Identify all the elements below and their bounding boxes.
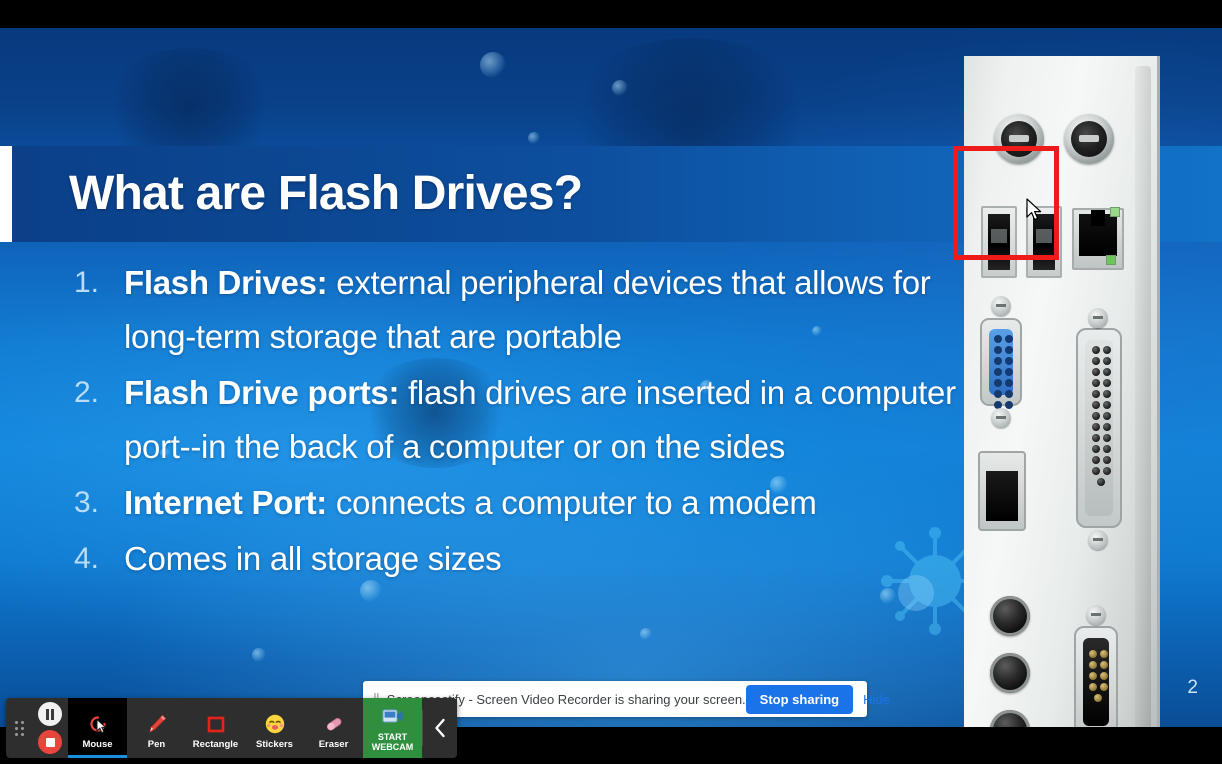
bokeh-particle <box>880 588 896 604</box>
presentation-slide: What are Flash Drives? 1. Flash Drives: … <box>0 28 1222 727</box>
list-item-number: 3. <box>74 486 100 519</box>
bokeh-particle <box>480 52 506 78</box>
screen-capture-stage: What are Flash Drives? 1. Flash Drives: … <box>0 0 1222 764</box>
pause-icon <box>45 708 55 720</box>
list-item: 2. Flash Drive ports: flash drives are i… <box>62 366 962 474</box>
tool-label: Rectangle <box>192 738 239 750</box>
webcam-icon <box>382 707 404 730</box>
ps2-mouse-port <box>1064 114 1114 164</box>
chevron-left-icon <box>435 718 445 738</box>
list-item-text: Flash Drives: external peripheral device… <box>124 256 962 364</box>
red-rectangle-annotation <box>953 146 1059 260</box>
parallel-screw-top <box>1088 308 1108 328</box>
serial-pins <box>1086 650 1110 702</box>
serial-port <box>1074 626 1118 727</box>
audio-jack-line-out <box>990 596 1030 636</box>
recording-controls <box>32 698 68 758</box>
tool-label: Pen <box>147 738 166 750</box>
firewire-port <box>978 451 1026 531</box>
list-item-number: 1. <box>74 266 100 299</box>
list-item-text: Internet Port: connects a computer to a … <box>124 476 962 530</box>
start-webcam-button[interactable]: START WEBCAM <box>363 698 422 758</box>
tool-stickers[interactable]: Stickers <box>245 698 304 758</box>
list-item: 1. Flash Drives: external peripheral dev… <box>62 256 962 364</box>
tool-label: Eraser <box>318 738 349 750</box>
tool-mouse[interactable]: Mouse <box>68 698 127 758</box>
stop-sharing-button[interactable]: Stop sharing <box>745 684 854 714</box>
ethernet-port <box>1072 207 1124 270</box>
stop-recording-button[interactable] <box>38 730 62 754</box>
title-accent-bar <box>0 146 12 242</box>
drag-dots <box>14 720 24 736</box>
screencastify-toolbar: Mouse Pen Rectangle Stickers Eraser STAR… <box>6 698 457 758</box>
parallel-pins <box>1088 346 1114 486</box>
tool-label: Stickers <box>256 738 293 750</box>
list-item-text: Comes in all storage sizes <box>124 532 962 586</box>
bokeh-particle <box>612 80 628 96</box>
audio-jack-line-in <box>990 653 1030 693</box>
slide-number: 2 <box>1187 677 1198 698</box>
tool-rectangle[interactable]: Rectangle <box>186 698 245 758</box>
bokeh-particle <box>528 132 540 144</box>
list-item-number: 2. <box>74 376 100 409</box>
webcam-label-line1: START <box>377 732 408 743</box>
tool-label: Mouse <box>82 738 113 750</box>
list-item-term: Flash Drives: <box>124 264 328 301</box>
list-item: 4. Comes in all storage sizes <box>62 532 962 586</box>
list-item: 3. Internet Port: connects a computer to… <box>62 476 962 530</box>
serial-screw-top <box>1086 605 1106 625</box>
list-item-text: Flash Drive ports: flash drives are inse… <box>124 366 962 474</box>
list-item-body: connects a computer to a modem <box>326 484 817 521</box>
sticker-emoji-icon <box>263 711 287 737</box>
bokeh-particle <box>252 648 266 662</box>
ethernet-led-2 <box>1106 255 1116 265</box>
slide-bullet-list: 1. Flash Drives: external peripheral dev… <box>62 256 962 588</box>
collapse-toolbar-button[interactable] <box>423 698 457 758</box>
vga-screw-top <box>991 296 1011 316</box>
tool-pen[interactable]: Pen <box>127 698 186 758</box>
eraser-tool-icon <box>322 711 346 737</box>
list-item-number: 4. <box>74 542 100 575</box>
rectangle-tool-icon <box>204 711 228 737</box>
audio-jack-mic <box>990 710 1030 727</box>
webcam-label: START WEBCAM <box>371 732 414 753</box>
vga-port <box>980 318 1022 420</box>
parallel-screw-bottom <box>1088 530 1108 550</box>
hide-button[interactable]: Hide <box>863 692 890 707</box>
ethernet-led <box>1110 207 1120 217</box>
drag-handle-icon[interactable] <box>6 698 32 758</box>
stop-icon <box>45 737 55 747</box>
tool-eraser[interactable]: Eraser <box>304 698 363 758</box>
page-title: What are Flash Drives? <box>69 167 583 220</box>
bokeh-particle <box>640 628 652 640</box>
pen-tool-icon <box>145 711 169 737</box>
webcam-label-line2: WEBCAM <box>371 742 414 752</box>
pause-recording-button[interactable] <box>38 702 62 726</box>
list-item-body: Comes in all storage sizes <box>124 540 502 577</box>
list-item-term: Internet Port: <box>124 484 327 521</box>
mouse-tool-icon <box>86 711 110 737</box>
vga-screw-bottom <box>991 408 1011 428</box>
list-item-term: Flash Drive ports: <box>124 374 400 411</box>
parallel-port <box>1076 328 1122 528</box>
